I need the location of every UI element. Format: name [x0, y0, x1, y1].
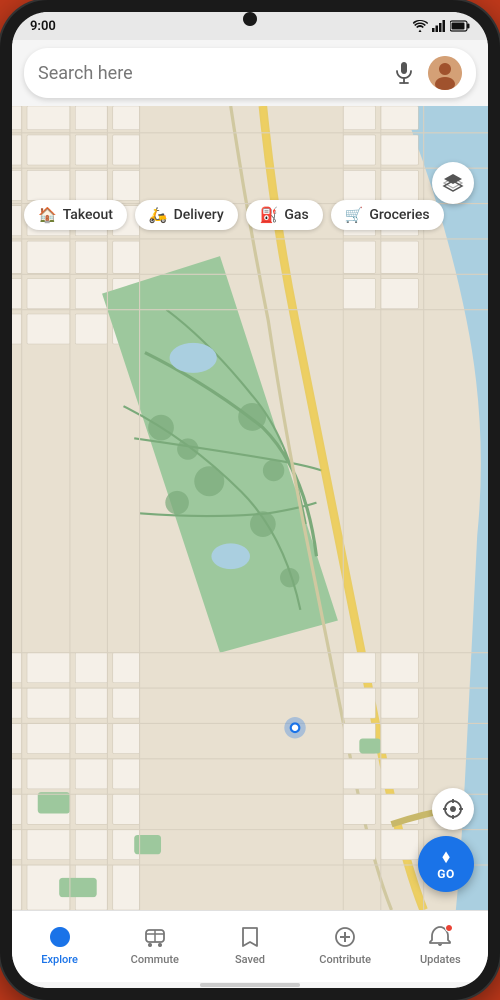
phone-frame: 9:00 [0, 0, 500, 1000]
search-area: Search here [12, 40, 488, 106]
status-time: 9:00 [30, 19, 56, 34]
nav-item-commute[interactable]: Commute [125, 924, 185, 966]
chip-gas[interactable]: ⛽ Gas [246, 200, 323, 230]
saved-icon [237, 924, 263, 950]
groceries-icon: 🛒 [345, 206, 364, 224]
search-placeholder: Search here [38, 63, 380, 84]
updates-icon [427, 924, 453, 950]
bottom-nav: Explore Commute [12, 910, 488, 982]
home-bar [200, 983, 300, 987]
filter-chips: 🏠 Takeout 🛵 Delivery ⛽ Gas 🛒 Groceries [12, 194, 488, 238]
search-bar[interactable]: Search here [24, 48, 476, 98]
delivery-icon: 🛵 [149, 206, 168, 224]
commute-label: Commute [131, 953, 179, 966]
phone-screen: 9:00 [12, 12, 488, 988]
status-icons [412, 20, 470, 32]
updates-label: Updates [420, 953, 461, 966]
signal-icon [432, 20, 446, 32]
chip-groceries[interactable]: 🛒 Groceries [331, 200, 444, 230]
saved-label: Saved [235, 953, 265, 966]
location-button[interactable] [432, 788, 474, 830]
wifi-icon [412, 20, 428, 32]
camera-notch [243, 12, 257, 26]
chip-takeout[interactable]: 🏠 Takeout [24, 200, 127, 230]
nav-item-saved[interactable]: Saved [220, 924, 280, 966]
takeout-icon: 🏠 [38, 206, 57, 224]
contribute-label: Contribute [319, 953, 371, 966]
chip-takeout-label: Takeout [63, 207, 113, 223]
commute-icon [142, 924, 168, 950]
updates-badge [445, 924, 453, 932]
chip-groceries-label: Groceries [369, 207, 429, 223]
gas-icon: ⛽ [260, 206, 279, 224]
contribute-icon [332, 924, 358, 950]
explore-icon [47, 924, 73, 950]
avatar[interactable] [428, 56, 462, 90]
chip-gas-label: Gas [284, 207, 308, 223]
nav-item-contribute[interactable]: Contribute [315, 924, 375, 966]
go-label: GO [437, 867, 454, 881]
go-arrow-icon: ⬧ [442, 848, 450, 866]
nav-item-explore[interactable]: Explore [30, 924, 90, 966]
nav-item-updates[interactable]: Updates [410, 924, 470, 966]
chip-delivery-label: Delivery [174, 207, 224, 223]
explore-label: Explore [41, 953, 78, 966]
battery-icon [450, 20, 470, 32]
chip-delivery[interactable]: 🛵 Delivery [135, 200, 238, 230]
home-indicator [12, 982, 488, 988]
mic-icon[interactable] [390, 59, 418, 87]
go-button[interactable]: ⬧ GO [418, 836, 474, 892]
map-area: 🏠 Takeout 🛵 Delivery ⛽ Gas 🛒 Groceries [12, 106, 488, 910]
